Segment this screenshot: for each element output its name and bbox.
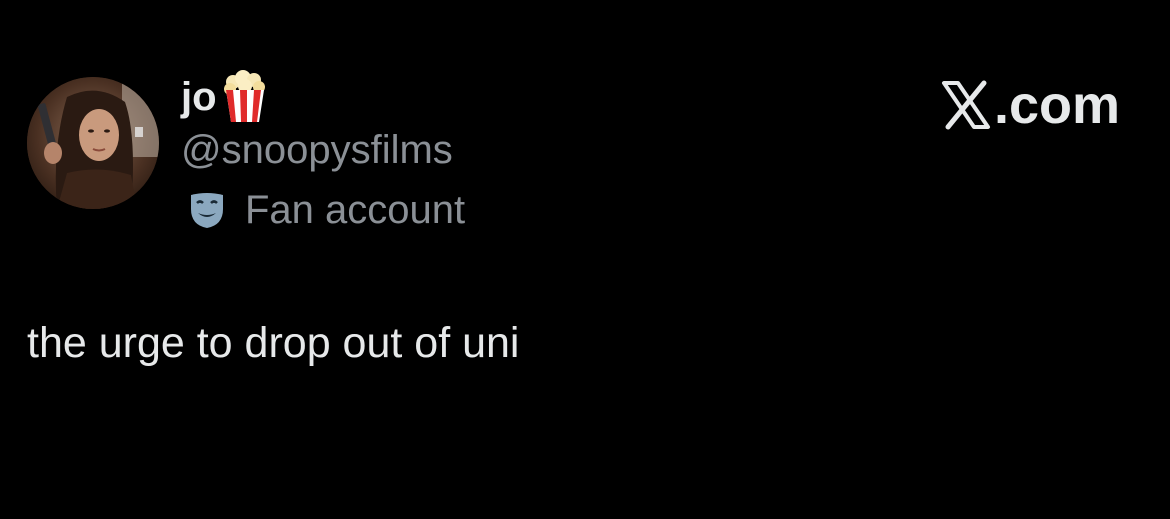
account-label-text: Fan account [245,188,466,232]
account-label: Fan account [187,188,465,232]
user-handle[interactable]: @snoopysfilms [181,128,453,172]
brand-text: .com [993,75,1120,135]
display-name[interactable]: jo [181,77,217,117]
avatar-image [27,77,159,209]
brand-watermark: .com [940,78,1120,132]
tweet-text: the urge to drop out of uni [27,319,520,367]
avatar[interactable] [27,77,159,209]
display-name-row[interactable]: jo [181,68,267,126]
performing-arts-mask-icon [187,191,227,229]
tweet-card: jo @snoopysfilms Fan account .com the ur… [0,0,1170,519]
popcorn-icon [223,70,267,124]
x-logo-icon [941,80,990,130]
